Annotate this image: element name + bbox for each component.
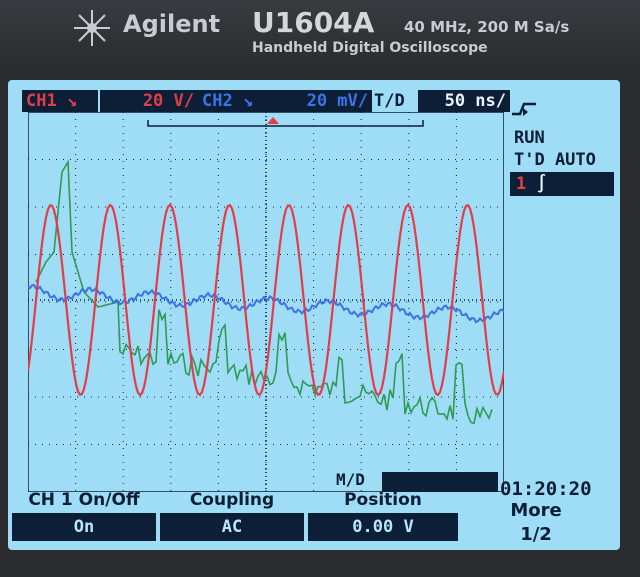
ch2-scale[interactable]: 20 mV/ [272,90,372,112]
agilent-spark-logo [74,10,110,46]
model-description: Handheld Digital Oscilloscope [252,40,488,56]
softkey-position[interactable]: Position 0.00 V [308,487,458,547]
ch2-label-text: CH2 [202,91,233,111]
softkey-title: CH 1 On/Off [28,490,140,510]
trigger-edge-icon [512,102,536,116]
softkey-coupling[interactable]: Coupling AC [160,487,304,547]
trigger-source-number: 1 [516,174,527,194]
timebase-label: T/D [374,91,405,111]
timebase-value[interactable]: 50 ns/ [418,90,510,112]
graticule-grid [28,112,504,492]
softkey-ch1-onoff[interactable]: CH 1 On/Off On [12,487,156,547]
rising-edge-icon: ∫ [536,174,547,194]
memory-bar [147,117,424,127]
ch1-label[interactable]: CH1 ↘ [22,90,98,112]
trigger-mode: T'D AUTO [514,150,596,170]
ch1-coupling-icon: ↘ [66,91,78,111]
model-spec: 40 MHz, 200 M Sa/s [404,18,570,36]
clock: 01:20:20 [500,478,592,500]
device-bezel: Agilent U1604A 40 MHz, 200 M Sa/s Handhe… [0,0,640,72]
run-state: RUN [514,128,545,148]
ch2-coupling-icon: ↘ [242,91,254,111]
trigger-source[interactable]: 1 ∫ [510,172,614,196]
softkey-value: 1/2 [520,524,552,545]
softkey-value: 0.00 V [308,513,458,541]
ch2-label[interactable]: CH2 ↘ [198,90,272,112]
ch1-label-text: CH1 [26,91,57,111]
ch1-scale[interactable]: 20 V/ [100,90,198,112]
softkey-title: Coupling [189,490,275,510]
softkey-value: On [12,513,156,541]
softkey-more[interactable]: More 1/2 [462,500,610,560]
softkey-title: Position [344,490,422,510]
softkey-title: More [510,500,562,521]
softkey-value: AC [160,513,304,541]
model-number: U1604A [252,6,375,39]
waveform-display[interactable] [28,112,504,492]
brand-name: Agilent [123,10,221,38]
